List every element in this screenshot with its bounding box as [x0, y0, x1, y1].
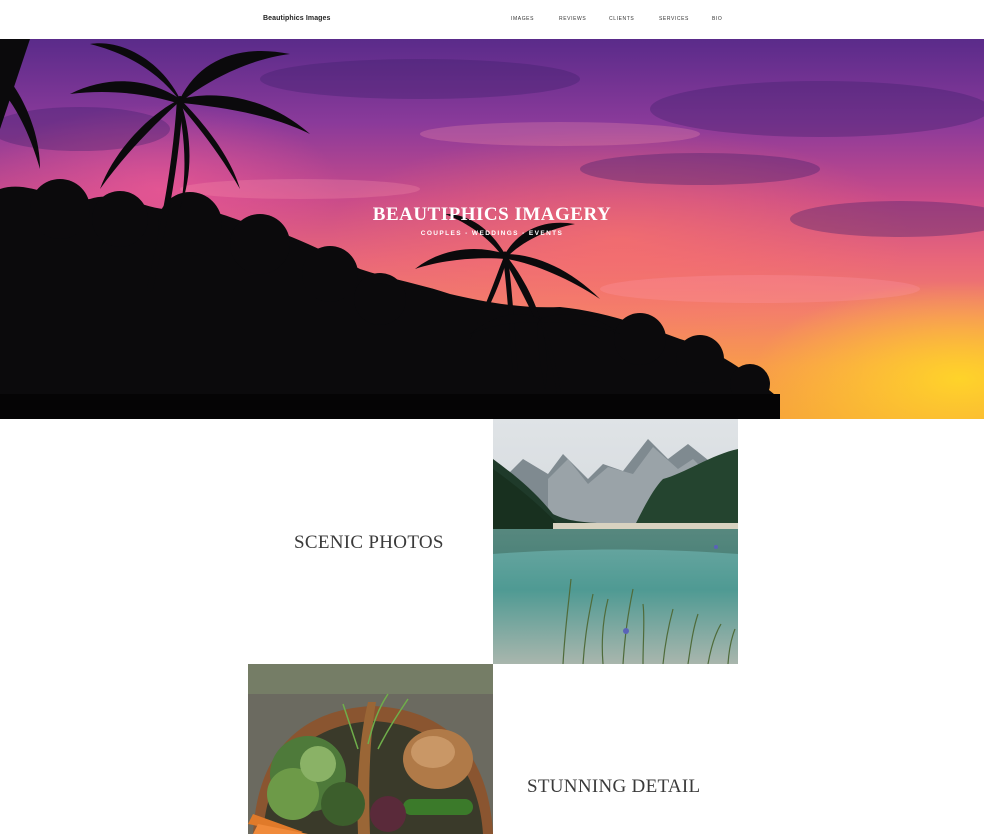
nav-link-reviews[interactable]: REVIEWS	[559, 16, 586, 22]
hero-title: BEAUTIPHICS IMAGERY	[372, 204, 612, 225]
vegetable-basket-photo[interactable]	[248, 664, 493, 834]
nav-link-services[interactable]: SERVICES	[659, 16, 689, 22]
stunning-detail-heading: STUNNING DETAIL	[527, 776, 701, 797]
scenic-lake-photo[interactable]	[493, 419, 738, 664]
main-nav: IMAGES REVIEWS CLIENTS SERVICES BIO	[0, 16, 984, 26]
nav-link-images[interactable]: IMAGES	[511, 16, 534, 22]
scenic-photos-heading: SCENIC PHOTOS	[294, 532, 444, 553]
hero-banner: BEAUTIPHICS IMAGERY COUPLES - WEDDINGS -…	[0, 39, 984, 419]
nav-link-clients[interactable]: CLIENTS	[609, 16, 634, 22]
hero-subtitle: COUPLES - WEDDINGS - EVENTS	[420, 230, 564, 237]
site-header: Beautiphics Images IMAGES REVIEWS CLIENT…	[0, 0, 984, 39]
nav-link-bio[interactable]: BIO	[712, 16, 722, 22]
hero-palm-silhouette-image	[0, 39, 984, 419]
